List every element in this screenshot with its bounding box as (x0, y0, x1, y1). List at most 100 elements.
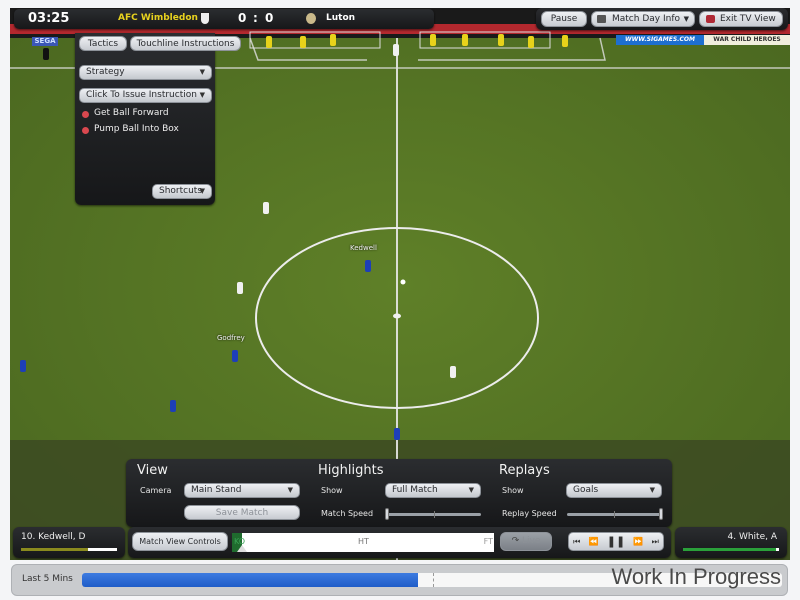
replays-show-value: Goals (573, 485, 599, 495)
replay-speed-slider[interactable] (567, 508, 663, 520)
tab-touchline-instructions[interactable]: Touchline Instructions (130, 36, 241, 51)
scoreboard: 03:25 AFC Wimbledon 0 : 0 Luton (14, 9, 434, 29)
tab-tactics[interactable]: Tactics (79, 36, 127, 51)
chevron-down-icon: ▼ (683, 15, 689, 23)
left-player-condition-bar (21, 548, 117, 551)
chevron-down-icon: ▼ (199, 91, 205, 99)
match-timeline[interactable]: KO HT FT (232, 533, 494, 552)
save-match-button[interactable]: Save Match (184, 505, 300, 520)
chevron-down-icon: ▼ (199, 68, 205, 76)
replay-speed-label: Replay Speed (502, 509, 557, 518)
live-button[interactable]: ↷ Live (500, 532, 552, 551)
instruction-dropdown[interactable]: Click To Issue Instruction ▼ (79, 88, 212, 103)
match-speed-slider[interactable] (385, 508, 481, 520)
player (237, 282, 243, 294)
return-arrow-icon: ↷ (511, 536, 520, 546)
progress-divider (433, 573, 434, 587)
tactics-panel: Tactics Touchline Instructions Strategy … (75, 33, 241, 205)
player-label-godfrey: Godfrey (217, 334, 245, 342)
match-controls-panel: View Camera Main Stand ▼ Save Match High… (126, 459, 672, 527)
timeline-panel: Match View Controls KO HT FT ↷ Live ⏮ ⏪ … (128, 527, 671, 558)
condition-fill (683, 548, 777, 551)
remove-icon[interactable] (82, 111, 89, 118)
home-crest-icon (200, 12, 210, 25)
right-player-condition-bar (683, 548, 779, 551)
match-view-controls-button[interactable]: Match View Controls (132, 532, 228, 551)
away-crest-icon (306, 13, 316, 24)
player (170, 400, 176, 412)
calendar-icon (597, 15, 606, 23)
slider-knob[interactable] (385, 508, 389, 520)
camera-dropdown[interactable]: Main Stand ▼ (184, 483, 300, 498)
warchild-ad: WAR CHILD HEROES (704, 35, 790, 45)
score-separator: : (253, 11, 258, 25)
top-right-toolbar: Pause Match Day Info ▼ Exit TV View (536, 8, 788, 30)
playback-controls: ⏮ ⏪ ❚❚ ⏩ ⏭ (568, 532, 664, 551)
replays-heading: Replays (499, 463, 550, 478)
rewind-icon[interactable]: ⏪ (589, 537, 599, 546)
highlights-show-label: Show (321, 486, 343, 495)
highlights-show-value: Full Match (392, 485, 438, 495)
fast-forward-icon[interactable]: ⏩ (633, 537, 643, 546)
ball (400, 279, 406, 285)
strategy-dropdown[interactable]: Strategy ▼ (79, 65, 212, 80)
sub-player (498, 34, 504, 46)
player (20, 360, 26, 372)
left-player-card[interactable]: 10. Kedwell, D (13, 527, 125, 558)
strategy-label: Strategy (86, 67, 125, 77)
right-player-card[interactable]: 4. White, A (675, 527, 787, 558)
camera-label: Camera (140, 486, 172, 495)
player (394, 428, 400, 440)
chevron-down-icon: ▼ (287, 486, 293, 494)
right-player-name: 4. White, A (727, 532, 778, 542)
sub-player (562, 35, 568, 47)
slider-tick (614, 511, 615, 518)
away-team-name: Luton (326, 13, 356, 23)
match-view: SEGA WWW.SIGAMES.COM WAR CHILD HEROES Ke… (10, 8, 790, 560)
away-score: 0 (265, 11, 274, 25)
sub-player (266, 36, 272, 48)
timeline-playhead[interactable] (237, 545, 248, 552)
slider-tick (434, 511, 435, 518)
match-speed-label: Match Speed (321, 509, 374, 518)
work-in-progress-watermark: Work In Progress (611, 564, 781, 589)
sigames-ad: WWW.SIGAMES.COM (616, 35, 704, 45)
left-player-name: 10. Kedwell, D (21, 532, 86, 542)
sub-player (300, 36, 306, 48)
referee-assistant (43, 48, 49, 60)
player-godfrey[interactable] (232, 350, 238, 362)
instruction-dropdown-label: Click To Issue Instruction (86, 90, 197, 100)
match-clock: 03:25 (28, 11, 70, 26)
pause-icon[interactable]: ❚❚ (607, 535, 625, 548)
exit-icon (706, 15, 715, 23)
pause-button[interactable]: Pause (541, 11, 587, 27)
match-day-info-dropdown[interactable]: Match Day Info ▼ (591, 11, 695, 27)
exit-tv-view-button[interactable]: Exit TV View (699, 11, 783, 27)
halftime-marker: HT (358, 537, 369, 546)
replays-show-dropdown[interactable]: Goals ▼ (566, 483, 662, 498)
home-score: 0 (238, 11, 247, 25)
shortcuts-dropdown[interactable]: Shortcuts ▼ (152, 184, 212, 199)
remove-icon[interactable] (82, 127, 89, 134)
highlights-show-dropdown[interactable]: Full Match ▼ (385, 483, 481, 498)
slider-knob[interactable] (659, 508, 663, 520)
condition-fill (21, 548, 89, 551)
player-label-kedwell: Kedwell (350, 244, 377, 252)
exit-tv-view-label: Exit TV View (720, 14, 776, 24)
centre-spot (393, 313, 401, 319)
sub-player (528, 36, 534, 48)
sub-player (430, 34, 436, 46)
player-kedwell[interactable] (365, 260, 371, 272)
sub-player (462, 34, 468, 46)
skip-to-start-icon[interactable]: ⏮ (573, 537, 580, 547)
status-label: Last 5 Mins (22, 574, 73, 584)
view-heading: View (137, 463, 168, 478)
fulltime-marker: FT (483, 537, 493, 546)
chevron-down-icon: ▼ (649, 486, 655, 494)
goalkeeper (393, 44, 399, 56)
instruction-label: Get Ball Forward (94, 108, 169, 118)
sub-player (330, 34, 336, 46)
camera-value: Main Stand (191, 485, 242, 495)
chevron-down-icon: ▼ (468, 486, 474, 494)
skip-to-end-icon[interactable]: ⏭ (652, 537, 659, 547)
